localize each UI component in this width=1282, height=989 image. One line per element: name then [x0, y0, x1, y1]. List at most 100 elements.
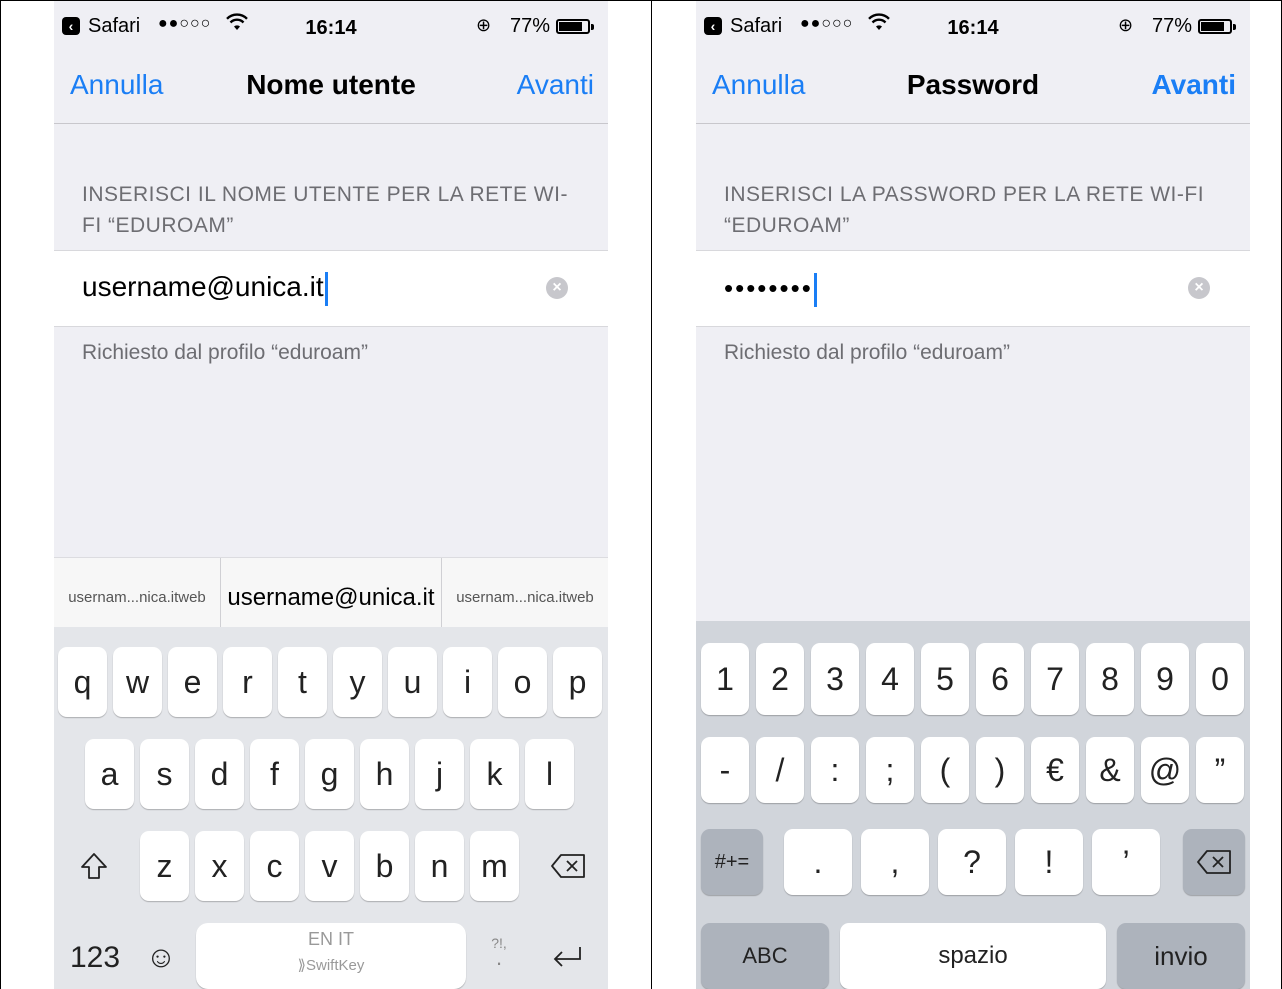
- punctuation-key[interactable]: ?!, ·: [474, 927, 524, 989]
- key-0[interactable]: 0: [1196, 643, 1244, 715]
- return-icon[interactable]: [538, 927, 598, 989]
- password-field[interactable]: •••••••• ×: [696, 250, 1250, 327]
- key-colon[interactable]: :: [811, 737, 859, 803]
- password-value: ••••••••: [724, 273, 813, 303]
- key-n[interactable]: n: [415, 831, 464, 901]
- key-open-paren[interactable]: (: [921, 737, 969, 803]
- space-key[interactable]: EN IT ⟫SwiftKey: [196, 923, 466, 989]
- key-u[interactable]: u: [388, 647, 437, 717]
- space-key[interactable]: spazio: [840, 923, 1106, 989]
- key-3[interactable]: 3: [811, 643, 859, 715]
- key-4[interactable]: 4: [866, 643, 914, 715]
- keyboard: q w e r t y u i o p a s d f g h j k l z …: [54, 627, 608, 989]
- battery-tip: [591, 24, 594, 30]
- status-bar: ‹ Safari ●●○○○ 16:14 ⊕ 77%: [54, 1, 608, 45]
- suggestion-bar: usernam...nica.itweb username@unica.it u…: [54, 557, 608, 628]
- field-footer: Richiesto dal profilo “eduroam”: [724, 341, 1010, 364]
- key-period[interactable]: .: [784, 829, 852, 895]
- key-l[interactable]: l: [525, 739, 574, 809]
- nav-bar: Annulla Password Avanti: [696, 45, 1250, 124]
- shift-icon[interactable]: [64, 831, 124, 901]
- key-w[interactable]: w: [113, 647, 162, 717]
- key-exclamation[interactable]: !: [1015, 829, 1083, 895]
- username-field[interactable]: username@unica.it ×: [54, 250, 608, 327]
- key-j[interactable]: j: [415, 739, 464, 809]
- key-h[interactable]: h: [360, 739, 409, 809]
- key-9[interactable]: 9: [1141, 643, 1189, 715]
- key-o[interactable]: o: [498, 647, 547, 717]
- emoji-icon[interactable]: ☺: [136, 927, 186, 989]
- key-2[interactable]: 2: [756, 643, 804, 715]
- key-euro[interactable]: €: [1031, 737, 1079, 803]
- numbers-key[interactable]: 123: [60, 927, 130, 989]
- username-value: username@unica.it: [82, 271, 324, 302]
- key-p[interactable]: p: [553, 647, 602, 717]
- key-apostrophe[interactable]: ’: [1092, 829, 1160, 895]
- battery-percent: 77%: [510, 15, 551, 37]
- swiftkey-label: SwiftKey: [305, 957, 365, 974]
- field-footer: Richiesto dal profilo “eduroam”: [82, 341, 368, 364]
- password-input[interactable]: ••••••••: [724, 273, 817, 308]
- key-1[interactable]: 1: [701, 643, 749, 715]
- key-g[interactable]: g: [305, 739, 354, 809]
- clear-text-icon[interactable]: ×: [1188, 277, 1210, 299]
- next-button[interactable]: Avanti: [1151, 69, 1236, 101]
- key-s[interactable]: s: [140, 739, 189, 809]
- keyboard: 1 2 3 4 5 6 7 8 9 0 - / : ; ( ) € & @ ” …: [696, 621, 1250, 989]
- right-screen: ‹ Safari ●●○○○ 16:14 ⊕ 77% Annulla Passw…: [696, 1, 1250, 989]
- key-7[interactable]: 7: [1031, 643, 1079, 715]
- text-caret: [813, 273, 817, 308]
- key-r[interactable]: r: [223, 647, 272, 717]
- space-language: EN IT: [307, 929, 354, 949]
- return-key[interactable]: invio: [1117, 923, 1245, 989]
- key-e[interactable]: e: [168, 647, 217, 717]
- key-quote[interactable]: ”: [1196, 737, 1244, 803]
- key-close-paren[interactable]: ): [976, 737, 1024, 803]
- backspace-icon[interactable]: [538, 831, 598, 901]
- key-slash[interactable]: /: [756, 737, 804, 803]
- battery-tip: [1233, 24, 1236, 30]
- username-input[interactable]: username@unica.it: [82, 271, 328, 306]
- key-b[interactable]: b: [360, 831, 409, 901]
- clear-text-icon[interactable]: ×: [546, 277, 568, 299]
- key-y[interactable]: y: [333, 647, 382, 717]
- rotation-lock-icon: ⊕: [1118, 15, 1134, 35]
- suggestion-center[interactable]: username@unica.it: [220, 558, 442, 628]
- key-f[interactable]: f: [250, 739, 299, 809]
- key-i[interactable]: i: [443, 647, 492, 717]
- key-ampersand[interactable]: &: [1086, 737, 1134, 803]
- next-button[interactable]: Avanti: [517, 69, 594, 101]
- key-at[interactable]: @: [1141, 737, 1189, 803]
- key-d[interactable]: d: [195, 739, 244, 809]
- status-bar: ‹ Safari ●●○○○ 16:14 ⊕ 77%: [696, 1, 1250, 45]
- key-v[interactable]: v: [305, 831, 354, 901]
- key-comma[interactable]: ,: [861, 829, 929, 895]
- key-z[interactable]: z: [140, 831, 189, 901]
- section-header: INSERISCI LA PASSWORD PER LA RETE WI-FI …: [724, 183, 1205, 237]
- swiftkey-logo: ⟫SwiftKey: [297, 957, 365, 974]
- key-a[interactable]: a: [85, 739, 134, 809]
- key-question[interactable]: ?: [938, 829, 1006, 895]
- rotation-lock-icon: ⊕: [476, 15, 492, 35]
- abc-key[interactable]: ABC: [701, 923, 829, 989]
- key-6[interactable]: 6: [976, 643, 1024, 715]
- backspace-icon[interactable]: [1183, 829, 1245, 895]
- key-q[interactable]: q: [58, 647, 107, 717]
- suggestion-left[interactable]: usernam...nica.itweb: [54, 558, 220, 628]
- key-5[interactable]: 5: [921, 643, 969, 715]
- suggestion-right[interactable]: usernam...nica.itweb: [442, 558, 608, 628]
- key-t[interactable]: t: [278, 647, 327, 717]
- section-header: INSERISCI IL NOME UTENTE PER LA RETE WI-…: [82, 183, 568, 237]
- battery-percent: 77%: [1152, 15, 1193, 37]
- battery-icon: [1198, 19, 1232, 34]
- symbols-key[interactable]: #+=: [701, 829, 763, 895]
- key-hyphen[interactable]: -: [701, 737, 749, 803]
- key-c[interactable]: c: [250, 831, 299, 901]
- punctuation-label: ?!,: [491, 935, 507, 951]
- key-m[interactable]: m: [470, 831, 519, 901]
- text-caret: [324, 271, 328, 306]
- key-semicolon[interactable]: ;: [866, 737, 914, 803]
- key-8[interactable]: 8: [1086, 643, 1134, 715]
- key-k[interactable]: k: [470, 739, 519, 809]
- key-x[interactable]: x: [195, 831, 244, 901]
